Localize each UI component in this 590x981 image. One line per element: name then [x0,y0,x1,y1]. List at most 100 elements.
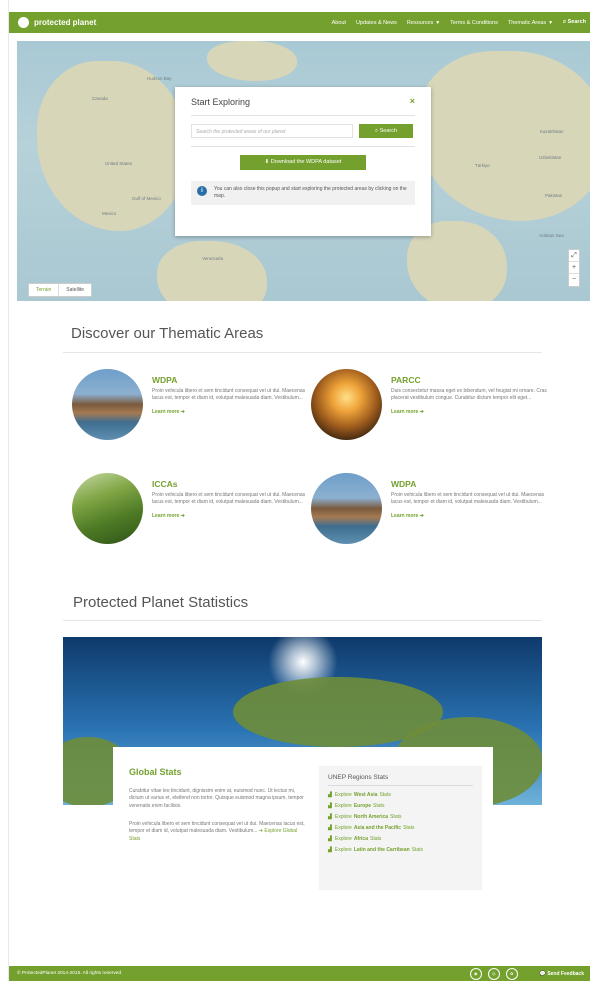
popup-title: Start Exploring [191,97,251,107]
region-link[interactable]: ▟ Explore Asia and the Pacific Stats [328,825,473,831]
map-label: Mexico [102,211,117,216]
arrow-right-icon: ➔ [419,512,424,519]
global-stats-title: Global Stats [129,767,182,777]
learn-more-link[interactable]: Learn more ➔ [391,409,551,415]
logo-text: protected planet [34,18,97,27]
chevron-down-icon: ▼ [548,19,554,26]
card-body: PARCC Duis consectetur massa eget ex bib… [391,375,551,415]
zoom-in-button[interactable]: + [569,262,579,274]
region-prefix: Explore [334,814,352,820]
section-divider [63,620,542,621]
close-icon[interactable]: × [410,96,415,106]
start-exploring-popup: Start Exploring × Search the protected a… [175,87,431,236]
map-type-tabs: Terrain Satellite [28,283,93,297]
search-button[interactable]: ⌕ Search [359,124,413,138]
thematic-card: ICCAs Proin vehicula libero et sem tinci… [72,473,312,553]
map-label: Venezuela [202,256,224,261]
learn-more-label: Learn more [391,408,419,415]
logo-circle-icon [18,17,29,28]
region-link[interactable]: ▟ Explore North America Stats [328,814,473,820]
nav-terms[interactable]: Terms & Conditions [450,20,498,26]
map-tab-satellite[interactable]: Satellite [59,284,91,296]
region-name: Europe [353,803,372,809]
learn-more-link[interactable]: Learn more ➔ [152,409,312,415]
left-edge [0,0,9,981]
section-divider [63,352,542,353]
card-text: Proin vehicula libero et sem tincidunt c… [152,492,306,506]
map-label: Canada [92,96,108,101]
map-label: United States [105,161,133,166]
chart-icon: ▟ [328,814,332,820]
card-title[interactable]: ICCAs [152,479,312,489]
region-suffix: Stats [403,825,415,831]
learn-more-link[interactable]: Learn more ➔ [152,513,312,519]
card-image-forest [72,473,143,544]
nav-resources[interactable]: Resources ▼ [407,20,440,26]
nav-search[interactable]: ⌕ Search [563,19,586,26]
card-body: ICCAs Proin vehicula libero et sem tinci… [152,479,312,519]
arrow-right-icon: ➔ [180,512,185,519]
info-icon: i [197,186,207,196]
learn-more-link[interactable]: Learn more ➔ [391,513,551,519]
card-body: WDPA Proin vehicula libero et sem tincid… [391,479,551,519]
unep-logo-icon[interactable]: ◎ [487,967,500,980]
region-name: Asia and the Pacific [353,825,402,831]
learn-more-label: Learn more [152,512,180,519]
map-label: Uzbekistan [539,155,562,160]
region-prefix: Explore [334,836,352,842]
card-title[interactable]: PARCC [391,375,551,385]
nav-resources-label: Resources [406,19,434,26]
region-prefix: Explore [334,803,352,809]
region-link[interactable]: ▟ Explore Latin and the Carribean Stats [328,847,473,853]
wcmc-logo-icon[interactable]: ✿ [505,967,518,980]
nav-thematic-areas[interactable]: Thematic Areas ▼ [508,20,553,26]
expand-icon[interactable]: ⤢ [569,250,579,262]
site-logo[interactable]: protected planet [18,17,96,28]
region-link[interactable]: ▟ Explore Europe Stats [328,803,473,809]
global-stats-text-2: Proin vehicula libero et sem tincidunt c… [129,821,309,843]
map-label: Pakistan [545,193,563,198]
region-suffix: Stats [379,792,391,798]
chart-icon: ▟ [328,792,332,798]
chart-icon: ▟ [328,825,332,831]
region-link[interactable]: ▟ Explore West Asia Stats [328,792,473,798]
map-tab-terrain[interactable]: Terrain [29,284,60,296]
send-feedback-link[interactable]: 💬 Send Feedback [540,971,584,977]
nav-updates-news[interactable]: Updates & News [356,20,397,26]
map-label: Türkiye [475,163,490,168]
card-title[interactable]: WDPA [391,479,551,489]
stats-panel: Global Stats Curabitur vitae leo tincidu… [113,747,493,890]
map-label: Gulf of Mexico [132,196,161,201]
card-text: Duis consectetur massa eget ex bibendum,… [391,388,547,402]
region-link[interactable]: ▟ Explore Africa Stats [328,836,473,842]
map-land-eurasia [417,51,590,221]
region-prefix: Explore [334,847,352,853]
card-body: WDPA Proin vehicula libero et sem tincid… [152,375,312,415]
region-suffix: Stats [390,814,402,820]
zoom-out-button[interactable]: − [569,274,579,286]
card-image-mountains [72,369,143,440]
nav-about[interactable]: About [332,20,346,26]
partner-logos: ◉ ◎ ✿ 💬 Send Feedback [464,967,590,980]
popup-search-row: Search the protected areas of our planet… [191,124,415,138]
card-title[interactable]: WDPA [152,375,312,385]
thematic-card: WDPA Proin vehicula libero et sem tincid… [311,473,551,553]
region-prefix: Explore [334,825,352,831]
map-land-greenland [207,41,297,81]
card-text: Proin vehicula libero et sem tincidunt c… [391,492,545,506]
iucn-logo-icon[interactable]: ◉ [469,967,482,980]
region-name: North America [353,814,389,820]
nav-links: About Updates & News Resources ▼ Terms & … [322,19,590,26]
region-suffix: Stats [373,803,385,809]
learn-more-label: Learn more [391,512,419,519]
thematic-card: WDPA Proin vehicula libero et sem tincid… [72,369,312,449]
card-image-mountains [311,473,382,544]
divider [191,146,415,147]
region-name: Africa [353,836,368,842]
download-wdpa-button[interactable]: ⬇ Download the WDPA dataset [240,155,366,170]
arrow-right-icon: ➔ [180,408,185,415]
search-input[interactable]: Search the protected areas of our planet [191,124,353,138]
nav-thematic-label: Thematic Areas [507,19,547,26]
top-navbar: protected planet About Updates & News Re… [9,12,590,33]
chart-icon: ▟ [328,847,332,853]
